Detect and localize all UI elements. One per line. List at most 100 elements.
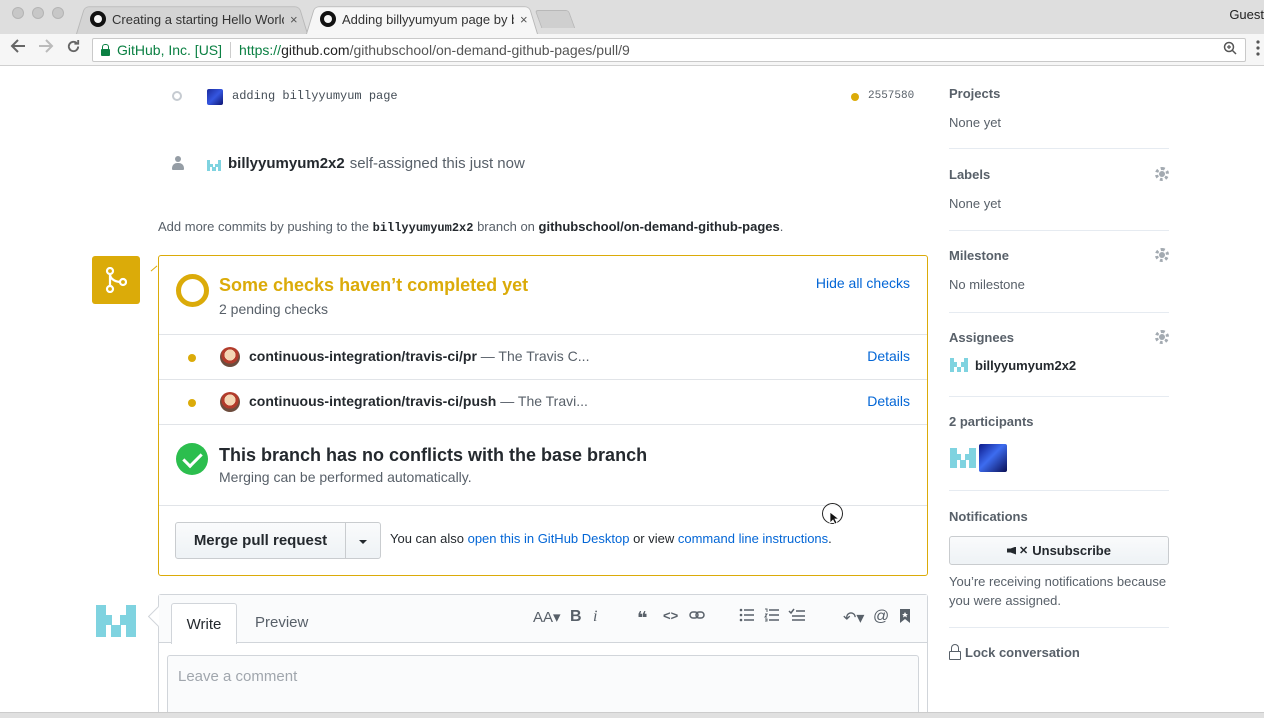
url-scheme: https:// bbox=[239, 42, 282, 58]
participant-avatar[interactable] bbox=[979, 444, 1007, 472]
secure-lock-icon[interactable] bbox=[101, 43, 110, 56]
mention-icon[interactable]: @ bbox=[873, 608, 889, 626]
tab-close-icon[interactable]: × bbox=[520, 12, 528, 27]
browser-titlebar: Creating a starting Hello World × Adding… bbox=[0, 0, 1264, 34]
url-path: /githubschool/on-demand-github-pages/pul… bbox=[349, 42, 630, 58]
command-line-instructions-link[interactable]: command line instructions bbox=[678, 531, 828, 546]
sidebar-labels: Labels None yet bbox=[949, 167, 1169, 211]
forward-arrow-icon[interactable] bbox=[38, 39, 54, 58]
check-name: continuous-integration/travis-ci/pr — Th… bbox=[249, 348, 590, 364]
tab-close-icon[interactable]: × bbox=[290, 12, 298, 27]
travis-ci-icon bbox=[220, 347, 240, 367]
sidebar-notifications: Notifications bbox=[949, 509, 1169, 524]
sidebar-milestone: Milestone No milestone bbox=[949, 248, 1169, 292]
merge-status-badge bbox=[92, 256, 140, 304]
gear-icon[interactable] bbox=[1155, 167, 1169, 181]
gear-icon[interactable] bbox=[1155, 330, 1169, 344]
security-label[interactable]: GitHub, Inc. [US] bbox=[117, 42, 222, 58]
assignee-username[interactable]: billyyumyum2x2 bbox=[975, 358, 1076, 373]
write-tab[interactable]: Write bbox=[171, 603, 237, 644]
lock-icon bbox=[949, 643, 961, 660]
check-details-link[interactable]: Details bbox=[867, 393, 910, 409]
check-name: continuous-integration/travis-ci/push — … bbox=[249, 393, 588, 409]
person-icon bbox=[172, 156, 184, 170]
current-user-identicon[interactable] bbox=[94, 603, 138, 639]
preview-tab[interactable]: Preview bbox=[255, 614, 308, 631]
branch-name: billyyumyum2x2 bbox=[372, 221, 474, 235]
browser-toolbar: GitHub, Inc. [US] https://github.com/git… bbox=[0, 34, 1264, 66]
reload-icon[interactable] bbox=[66, 39, 81, 59]
zoom-icon[interactable] bbox=[1223, 41, 1237, 58]
no-conflicts-section: This branch has no conflicts with the ba… bbox=[159, 426, 927, 506]
assignee-item[interactable]: billyyumyum2x2 bbox=[949, 357, 1169, 373]
new-tab-button[interactable] bbox=[534, 10, 576, 28]
code-icon[interactable]: <> bbox=[663, 608, 678, 623]
identicon-avatar[interactable] bbox=[206, 157, 222, 173]
commit-icon bbox=[172, 91, 182, 101]
check-details-link[interactable]: Details bbox=[867, 348, 910, 364]
participant-identicon-avatar[interactable] bbox=[949, 444, 977, 472]
unsubscribe-button[interactable]: ✕ Unsubscribe bbox=[949, 536, 1169, 565]
sidebar-projects: Projects None yet bbox=[949, 86, 1169, 130]
participants-heading: 2 participants bbox=[949, 414, 1034, 429]
bold-icon[interactable]: B bbox=[570, 608, 582, 626]
check-circle-icon bbox=[176, 443, 208, 475]
check-row: continuous-integration/travis-ci/pr — Th… bbox=[159, 335, 927, 380]
saved-reply-icon[interactable] bbox=[899, 608, 911, 629]
merge-method-dropdown[interactable] bbox=[345, 522, 381, 559]
sidebar-participants: 2 participants bbox=[949, 414, 1169, 472]
more-commits-hint: Add more commits by pushing to the billy… bbox=[158, 219, 783, 235]
browser-tab-pull-request[interactable]: Adding billyyumyum page by b × bbox=[306, 4, 538, 34]
comment-textarea[interactable]: Leave a comment bbox=[167, 655, 919, 718]
task-list-icon[interactable] bbox=[788, 608, 806, 627]
travis-ci-icon bbox=[220, 392, 240, 412]
milestone-value: No milestone bbox=[949, 277, 1025, 292]
menu-dots-icon[interactable] bbox=[1256, 40, 1260, 59]
assign-username[interactable]: billyyumyum2x2 bbox=[228, 155, 345, 172]
ordered-list-icon[interactable] bbox=[764, 608, 780, 627]
unordered-list-icon[interactable] bbox=[739, 608, 755, 627]
browser-tab-hello-world[interactable]: Creating a starting Hello World × bbox=[76, 4, 308, 34]
commit-status-pending-icon[interactable] bbox=[851, 93, 859, 101]
pending-dot-icon bbox=[188, 354, 196, 362]
sidebar-assignees: Assignees billyyumyum2x2 bbox=[949, 330, 1169, 373]
milestone-heading[interactable]: Milestone bbox=[949, 248, 1169, 263]
mouse-cursor-icon bbox=[822, 503, 843, 525]
close-window-icon[interactable] bbox=[12, 7, 24, 19]
projects-heading[interactable]: Projects bbox=[949, 86, 1169, 101]
hint-prefix: Add more commits by pushing to the bbox=[158, 219, 369, 234]
labels-heading[interactable]: Labels bbox=[949, 167, 1169, 182]
heading-icon[interactable]: AA▾ bbox=[533, 608, 561, 626]
labels-value: None yet bbox=[949, 196, 1002, 211]
pending-dot-icon bbox=[188, 399, 196, 407]
commit-message[interactable]: adding billyyumyum page bbox=[232, 89, 398, 103]
merge-actions: Merge pull request You can also open thi… bbox=[159, 507, 927, 575]
hide-all-checks-link[interactable]: Hide all checks bbox=[816, 275, 910, 291]
github-logo-icon bbox=[320, 11, 336, 27]
assignees-heading[interactable]: Assignees bbox=[949, 330, 1169, 345]
minimize-window-icon[interactable] bbox=[32, 7, 44, 19]
merge-pull-request-button[interactable]: Merge pull request bbox=[175, 522, 346, 559]
tab-title: Creating a starting Hello World bbox=[112, 11, 284, 27]
assign-text: self-assigned this just now bbox=[349, 154, 525, 172]
checks-summary: Some checks haven’t completed yet 2 pend… bbox=[159, 256, 927, 335]
notifications-heading: Notifications bbox=[949, 509, 1028, 524]
commit-sha[interactable]: 2557580 bbox=[868, 90, 914, 102]
unsubscribe-label: Unsubscribe bbox=[1032, 543, 1111, 558]
check-row: continuous-integration/travis-ci/push — … bbox=[159, 380, 927, 425]
link-icon[interactable] bbox=[689, 608, 705, 626]
address-bar[interactable]: GitHub, Inc. [US] https://github.com/git… bbox=[92, 38, 1246, 62]
gear-icon[interactable] bbox=[1155, 248, 1169, 262]
reply-icon[interactable]: ↶▾ bbox=[843, 608, 864, 628]
italic-icon[interactable]: i bbox=[593, 608, 597, 626]
tab-title: Adding billyyumyum page by b bbox=[342, 11, 514, 27]
maximize-window-icon[interactable] bbox=[52, 7, 64, 19]
quote-icon[interactable]: ❝ bbox=[637, 608, 648, 629]
commit-author-avatar[interactable] bbox=[207, 89, 223, 105]
lock-conversation-link[interactable]: Lock conversation bbox=[949, 643, 1080, 660]
back-arrow-icon[interactable] bbox=[10, 39, 26, 58]
comment-tabnav: Write Preview AA▾ B i ❝ <> ↶▾ @ bbox=[159, 595, 927, 644]
open-in-desktop-link[interactable]: open this in GitHub Desktop bbox=[468, 531, 630, 546]
profile-label[interactable]: Guest bbox=[1229, 7, 1264, 22]
lock-conversation-label: Lock conversation bbox=[965, 645, 1080, 660]
